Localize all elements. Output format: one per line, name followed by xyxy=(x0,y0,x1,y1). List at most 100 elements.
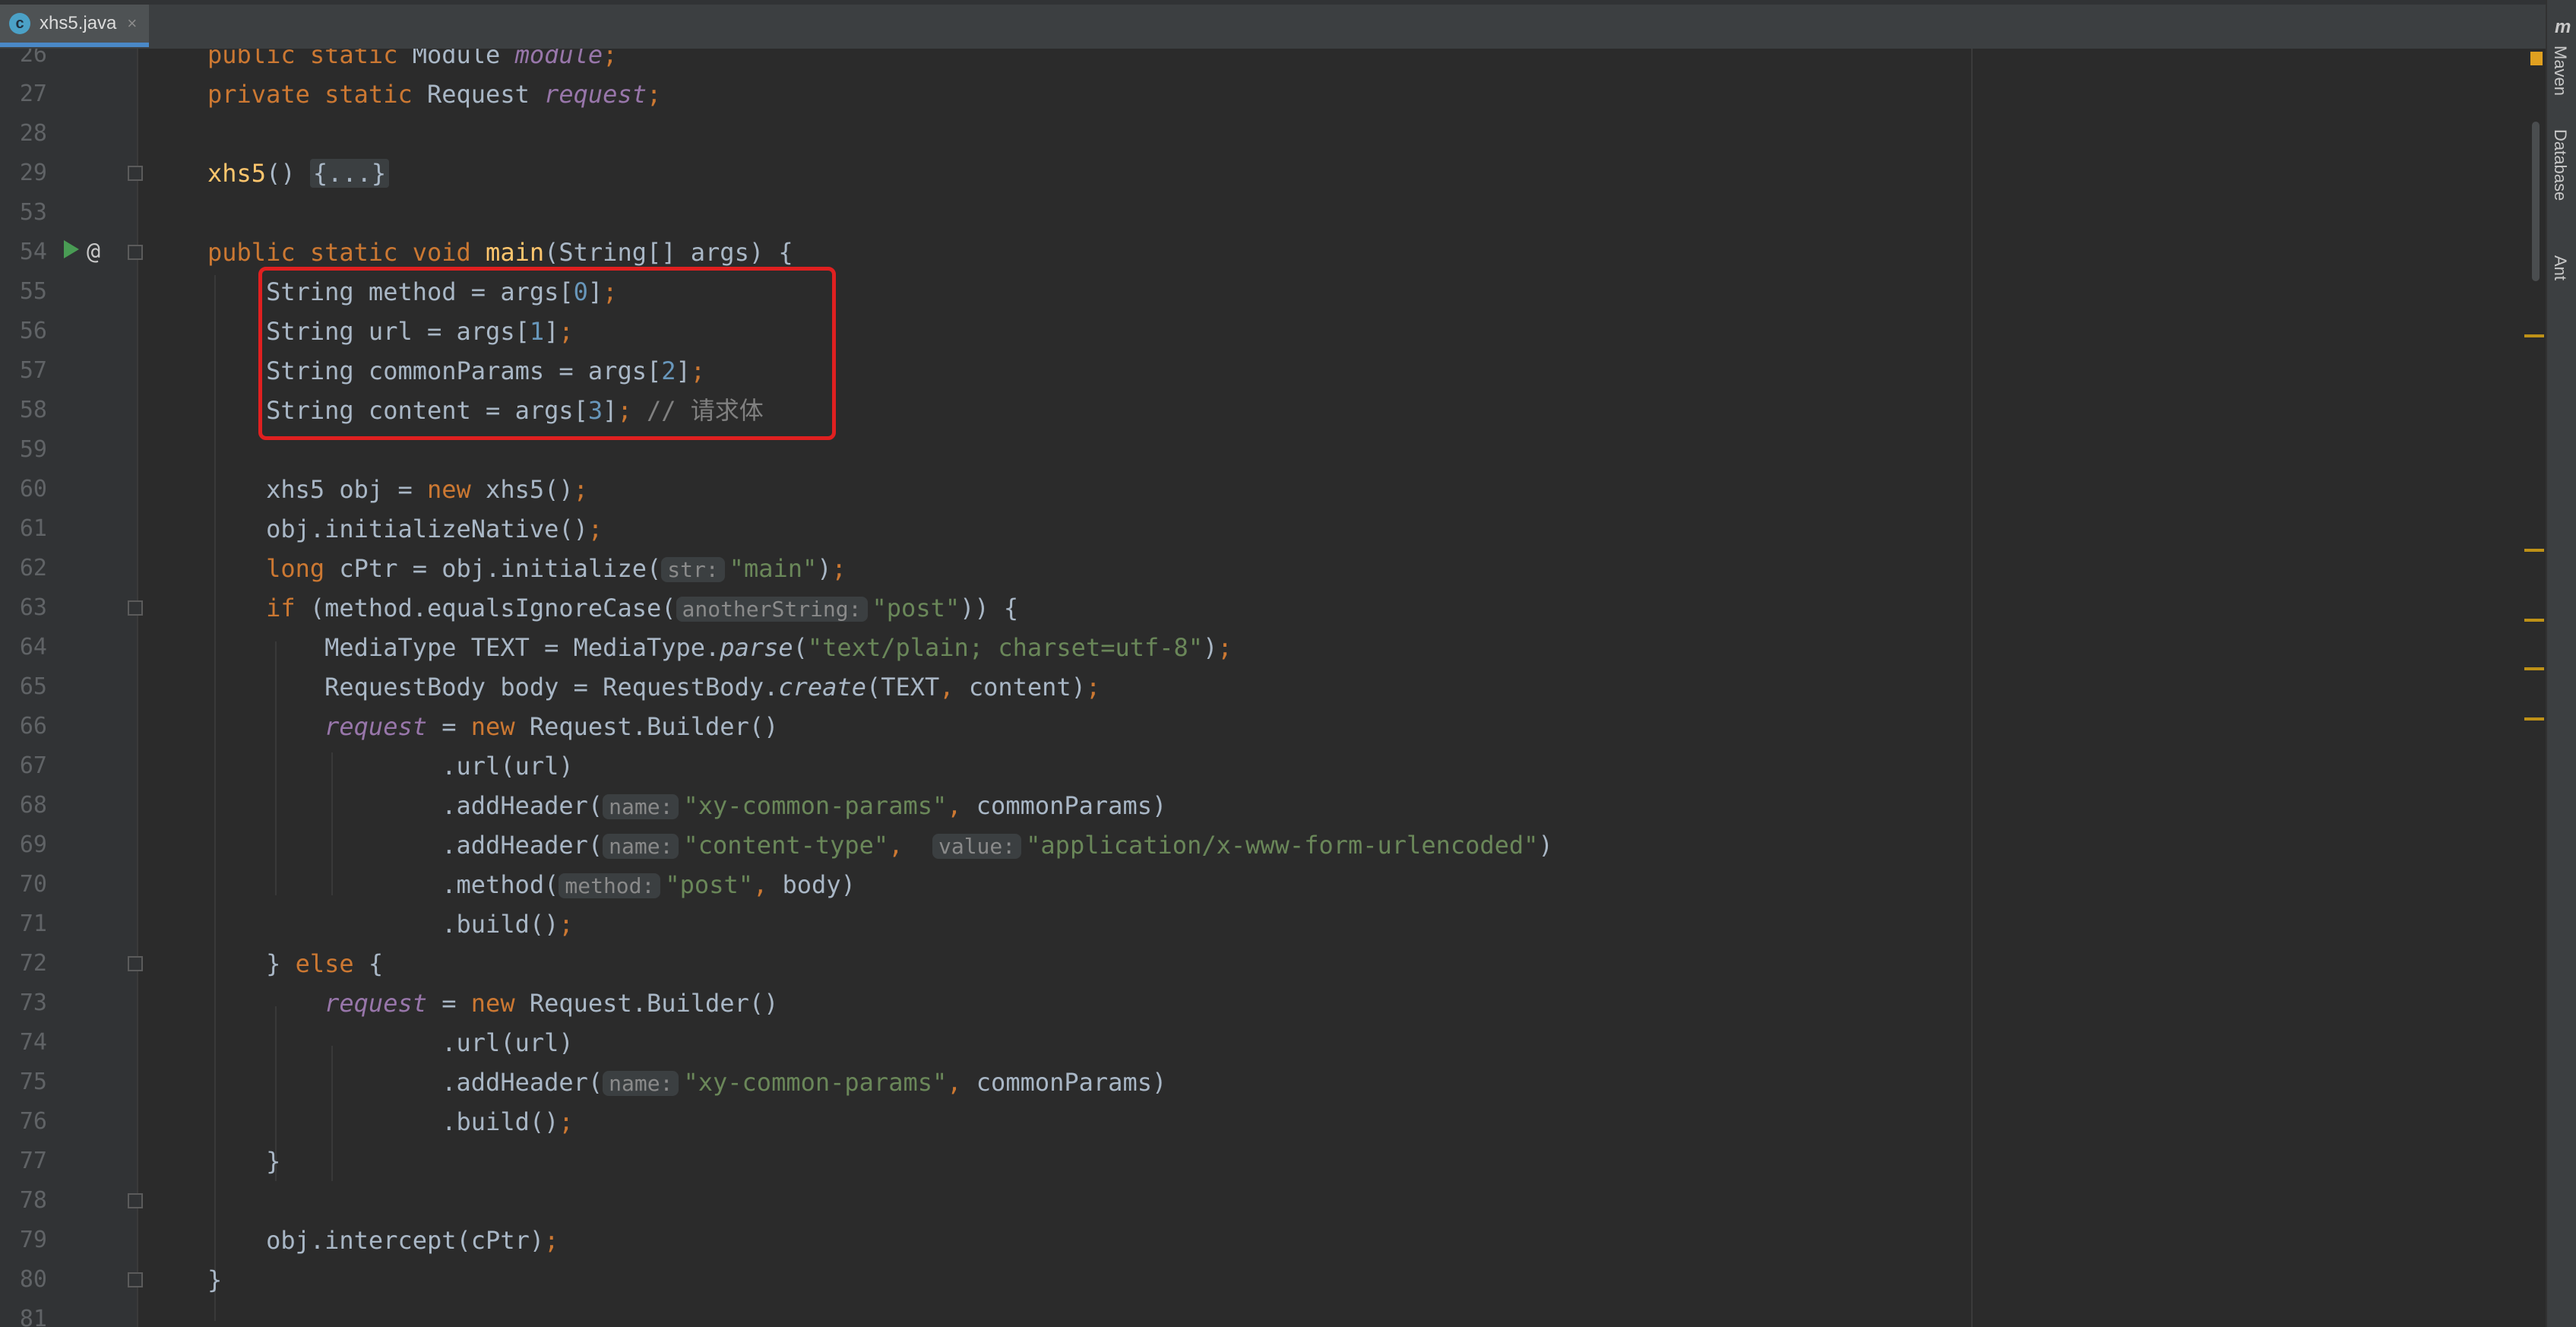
parameter-hint: name: xyxy=(603,834,679,859)
code-line[interactable]: 81 xyxy=(0,1300,2523,1327)
warning-marker[interactable] xyxy=(2524,667,2544,670)
code-line[interactable]: 72 } else { xyxy=(0,944,2523,983)
code-editor[interactable]: 26 public static Module module; 27 private … xyxy=(0,49,2523,1327)
code-token: , xyxy=(752,870,783,899)
line-number: 58 xyxy=(19,397,47,423)
tab-xhs5-java[interactable]: c xhs5.java × xyxy=(0,5,149,47)
code-token: ; xyxy=(544,1226,559,1255)
code-token: ( xyxy=(793,633,808,662)
code-token: RequestBody body = RequestBody. xyxy=(207,673,779,702)
code-token: ; xyxy=(559,1107,574,1136)
code-line[interactable]: 28 xyxy=(0,114,2523,154)
code-token: ) xyxy=(1203,633,1218,662)
code-line[interactable]: 73 request = new Request.Builder() xyxy=(0,983,2523,1023)
line-number: 56 xyxy=(19,318,47,344)
code-token: } xyxy=(207,949,296,978)
code-line[interactable]: 63 if (method.equalsIgnoreCase(anotherSt… xyxy=(0,588,2523,628)
run-gutter-icon[interactable] xyxy=(64,240,79,258)
code-line[interactable]: 68 .addHeader(name: "xy-common-params", c… xyxy=(0,786,2523,825)
code-token: create xyxy=(778,673,866,702)
code-line[interactable]: 77 } xyxy=(0,1142,2523,1181)
code-line[interactable]: 79 obj.intercept(cPtr); xyxy=(0,1221,2523,1260)
line-number: 63 xyxy=(19,594,47,621)
code-token: ; xyxy=(603,49,618,69)
code-token: "post" xyxy=(665,870,753,899)
parameter-hint: value: xyxy=(932,834,1022,859)
code-text: RequestBody body = RequestBody.create(TE… xyxy=(207,667,1100,707)
line-number: 68 xyxy=(19,792,47,819)
code-line[interactable]: 64 MediaType TEXT = MediaType.parse("tex… xyxy=(0,628,2523,667)
code-line[interactable]: 75 .addHeader(name: "xy-common-params", c… xyxy=(0,1063,2523,1102)
database-tool-tab[interactable]: Database xyxy=(2550,129,2570,201)
warning-marker[interactable] xyxy=(2524,549,2544,552)
line-number: 62 xyxy=(19,555,47,581)
warning-marker[interactable] xyxy=(2524,334,2544,337)
code-line[interactable]: 74 .url(url) xyxy=(0,1023,2523,1063)
warning-marker[interactable] xyxy=(2524,619,2544,622)
fold-toggle-icon[interactable] xyxy=(128,1193,143,1208)
maven-tool-tab[interactable]: Maven xyxy=(2550,46,2570,96)
tab-bar-top-strip xyxy=(0,0,2576,5)
code-token: "main" xyxy=(729,554,818,583)
code-token: , xyxy=(888,831,932,860)
code-line[interactable]: 66 request = new Request.Builder() xyxy=(0,707,2523,746)
code-token: public static void xyxy=(207,238,486,267)
code-line[interactable]: 62 long cPtr = obj.initialize(str: "main"… xyxy=(0,549,2523,588)
line-number: 74 xyxy=(19,1029,47,1056)
code-line[interactable]: 27 private static Request request; xyxy=(0,74,2523,114)
ant-tool-tab[interactable]: Ant xyxy=(2550,255,2570,280)
code-text: .build(); xyxy=(207,1102,574,1142)
code-token: ) xyxy=(1538,831,1553,860)
line-number: 54 xyxy=(19,239,47,265)
code-token: } xyxy=(207,1147,281,1176)
annotation-gutter-icon[interactable]: @ xyxy=(87,233,100,272)
code-text: } else { xyxy=(207,944,383,983)
code-token: private static xyxy=(207,80,427,109)
code-text: .addHeader(name: "content-type", value: "a… xyxy=(207,825,1553,866)
code-line[interactable]: 70 .method(method: "post", body) xyxy=(0,865,2523,904)
code-token: .addHeader( xyxy=(207,1068,603,1097)
parameter-hint: str: xyxy=(661,557,725,582)
code-token: Request.Builder() xyxy=(529,712,779,741)
code-text: .url(url) xyxy=(207,1023,574,1063)
vertical-scrollbar[interactable] xyxy=(2532,122,2540,281)
code-text: obj.initializeNative(); xyxy=(207,509,603,549)
code-line[interactable]: 60 xhs5 obj = new xhs5(); xyxy=(0,470,2523,509)
code-token: () xyxy=(266,159,310,188)
fold-toggle-icon[interactable] xyxy=(128,166,143,181)
code-text: obj.intercept(cPtr); xyxy=(207,1221,559,1260)
code-line[interactable]: 80} xyxy=(0,1260,2523,1300)
warning-marker[interactable] xyxy=(2524,717,2544,721)
parameter-hint: name: xyxy=(603,1071,679,1096)
code-line[interactable]: 65 RequestBody body = RequestBody.create… xyxy=(0,667,2523,707)
code-token: .url(url) xyxy=(207,1028,574,1057)
close-icon[interactable]: × xyxy=(127,14,137,33)
inspection-status-icon[interactable] xyxy=(2530,52,2543,65)
code-line[interactable]: 26 public static Module module; xyxy=(0,49,2523,74)
fold-toggle-icon[interactable] xyxy=(128,1272,143,1287)
code-line[interactable]: 78 xyxy=(0,1181,2523,1221)
code-text: .build(); xyxy=(207,904,573,944)
line-number: 66 xyxy=(19,713,47,740)
code-line[interactable]: 71 .build(); xyxy=(0,904,2523,944)
fold-toggle-icon[interactable] xyxy=(128,956,143,971)
line-number: 64 xyxy=(19,634,47,660)
code-text: request = new Request.Builder() xyxy=(207,983,778,1023)
code-line[interactable]: 53 xyxy=(0,193,2523,233)
code-line[interactable]: 69 .addHeader(name: "content-type", value… xyxy=(0,825,2523,865)
code-token: ; xyxy=(587,515,603,543)
code-token: MediaType TEXT = MediaType. xyxy=(207,633,720,662)
code-line[interactable]: 61 obj.initializeNative(); xyxy=(0,509,2523,549)
code-line[interactable]: 76 .build(); xyxy=(0,1102,2523,1142)
code-line[interactable]: 67 .url(url) xyxy=(0,746,2523,786)
line-number: 80 xyxy=(19,1266,47,1293)
code-token: "application/x-www-form-urlencoded" xyxy=(1026,831,1539,860)
code-token: .addHeader( xyxy=(207,791,603,820)
fold-toggle-icon[interactable] xyxy=(128,600,143,616)
code-line[interactable]: 29 xhs5() {...} xyxy=(0,154,2523,193)
fold-toggle-icon[interactable] xyxy=(128,245,143,260)
code-token: xhs5 obj = xyxy=(207,475,427,504)
line-number: 26 xyxy=(19,49,47,68)
